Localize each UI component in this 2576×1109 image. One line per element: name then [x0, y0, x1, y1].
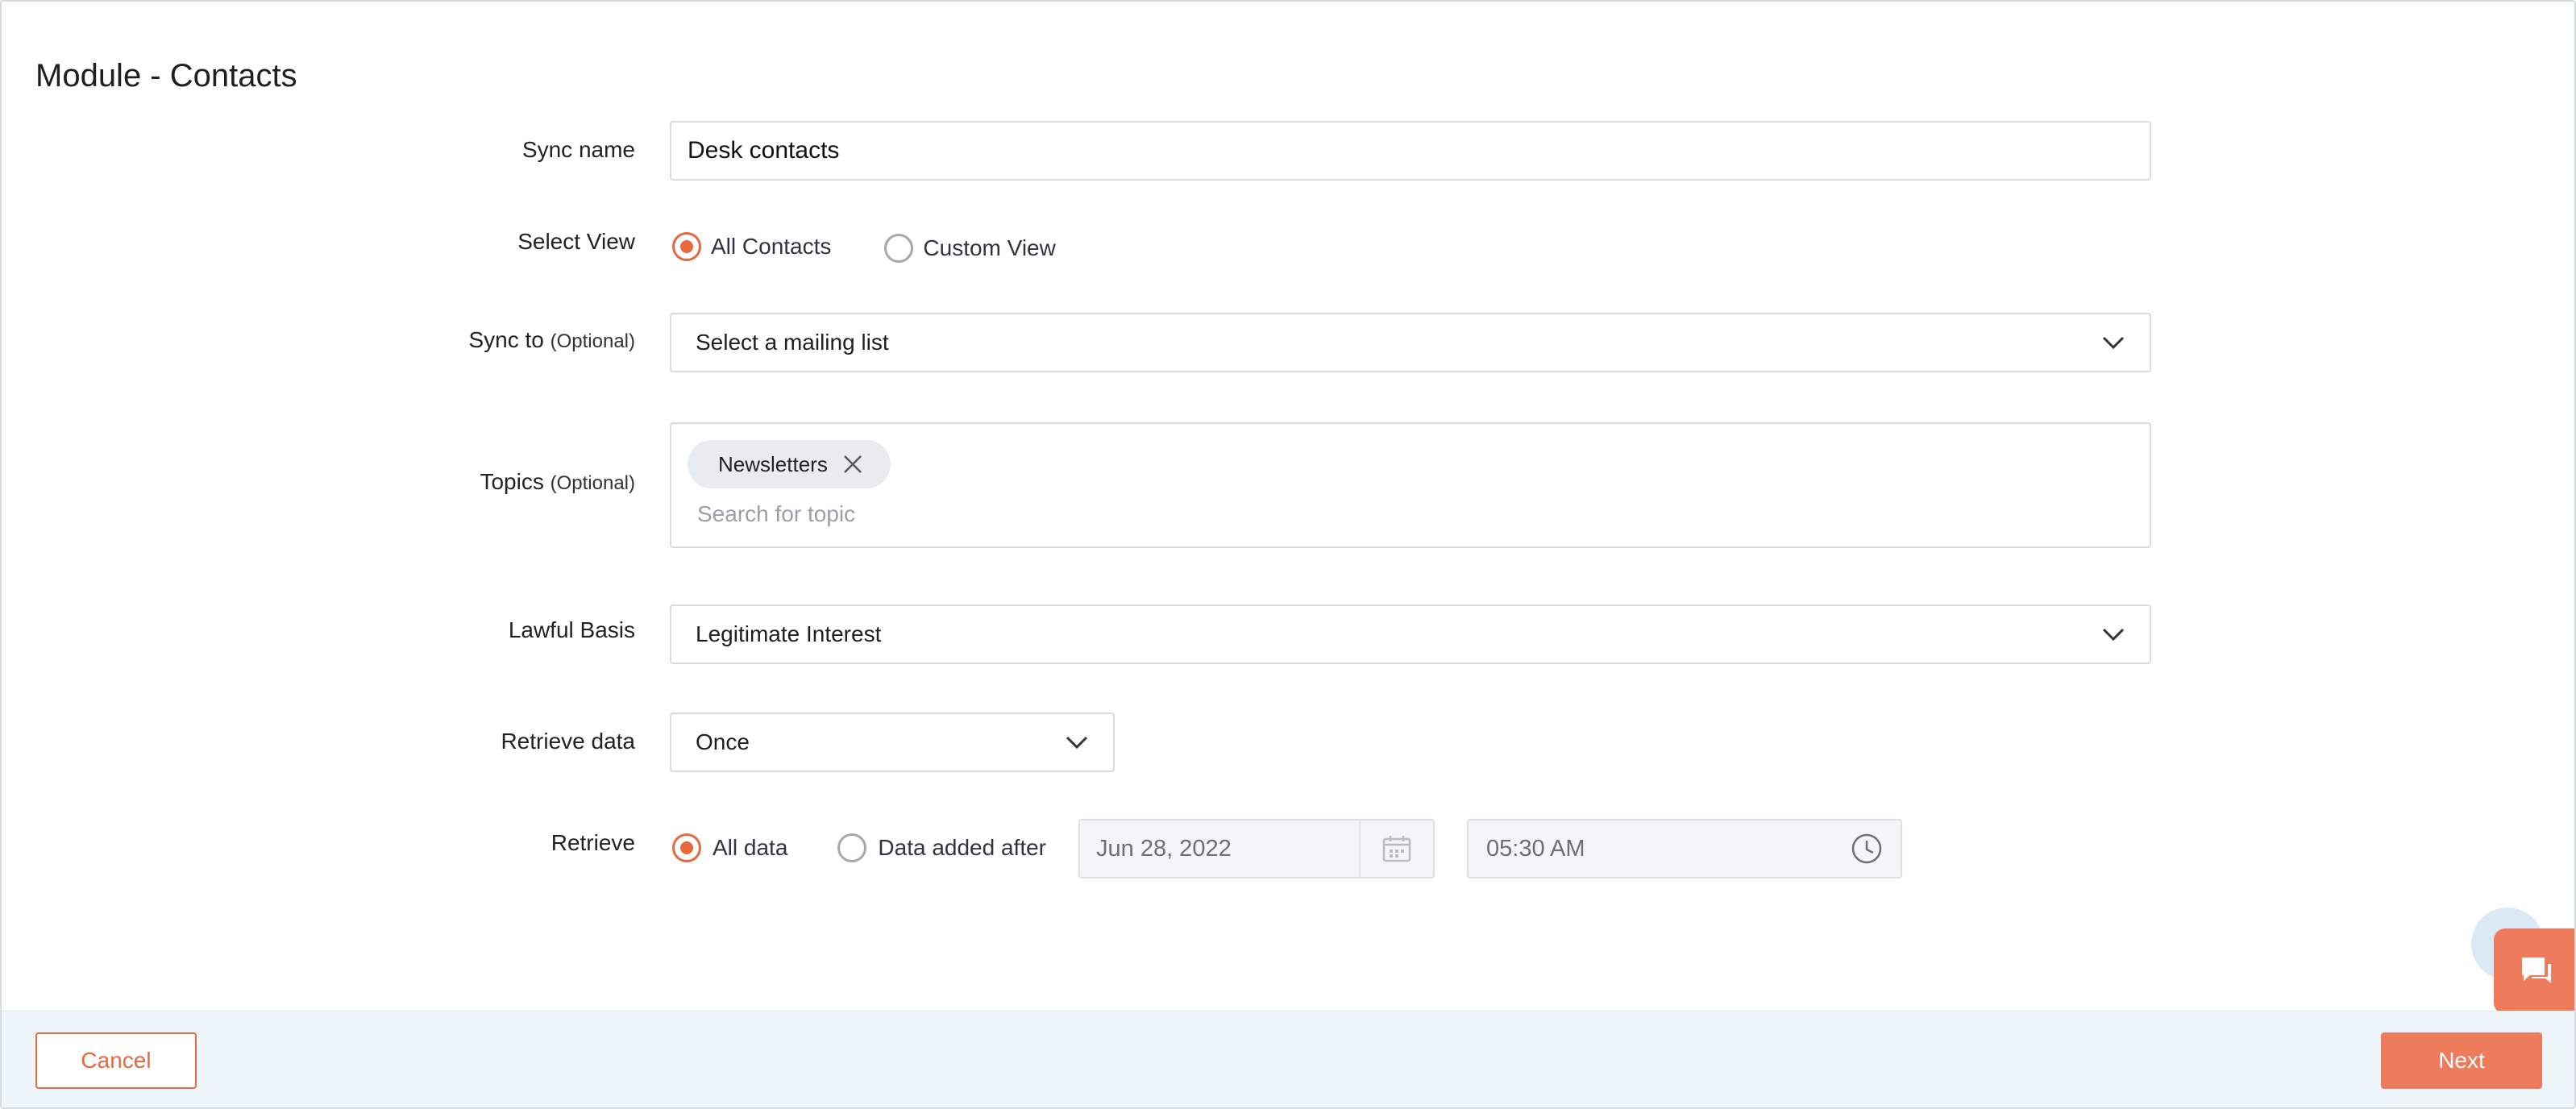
radio-data-added-after[interactable]: Data added after	[837, 833, 1046, 862]
page-title: Module - Contacts	[35, 58, 297, 93]
sync-to-label-text: Sync to	[468, 327, 544, 352]
date-value: Jun 28, 2022	[1096, 835, 1232, 862]
chat-icon[interactable]	[2494, 928, 2574, 1014]
mailing-list-select[interactable]: Select a mailing list	[670, 313, 2151, 372]
topic-search-input[interactable]	[697, 501, 1342, 527]
mailing-list-select-value: Select a mailing list	[696, 330, 889, 355]
lawful-basis-select-value: Legitimate Interest	[696, 621, 882, 646]
topic-chip: Newsletters	[688, 440, 891, 488]
topics-optional-text: (Optional)	[550, 472, 635, 494]
topics-label: Topics (Optional)	[480, 469, 635, 495]
retrieve-label-text: Retrieve	[551, 830, 635, 855]
select-view-radio-group: All Contacts Custom View	[672, 231, 1056, 263]
radio-custom-view-label: Custom View	[923, 235, 1056, 260]
cancel-button[interactable]: Cancel	[35, 1032, 197, 1089]
chevron-down-icon	[1065, 730, 1089, 754]
select-view-label-text: Select View	[517, 229, 635, 254]
calendar-icon[interactable]	[1359, 820, 1433, 877]
retrieve-radio-group: All data Data added after	[672, 833, 1046, 862]
retrieve-data-label: Retrieve data	[501, 729, 635, 754]
lawful-basis-label: Lawful Basis	[509, 617, 635, 643]
radio-all-contacts-label: All Contacts	[711, 234, 832, 259]
clock-icon[interactable]	[1851, 833, 1883, 865]
sync-name-label: Sync name	[522, 137, 635, 163]
lawful-basis-label-text: Lawful Basis	[508, 617, 635, 642]
time-value: 05:30 AM	[1486, 835, 1585, 862]
topics-field: Newsletters	[670, 422, 2151, 548]
topics-label-text: Topics	[480, 469, 544, 494]
sync-to-label: Sync to (Optional)	[468, 327, 635, 353]
form-footer: Cancel Next	[2, 1011, 2574, 1107]
topic-chip-label: Newsletters	[718, 451, 828, 476]
close-icon[interactable]	[842, 454, 863, 475]
radio-data-added-after-label: Data added after	[878, 835, 1046, 860]
lawful-basis-select[interactable]: Legitimate Interest	[670, 604, 2151, 664]
radio-all-contacts[interactable]: All Contacts	[672, 232, 831, 261]
time-picker-field[interactable]: 05:30 AM	[1467, 819, 1902, 878]
select-view-label: Select View	[517, 229, 635, 255]
retrieve-label: Retrieve	[551, 830, 635, 856]
sync-to-optional-text: (Optional)	[550, 330, 635, 352]
sync-form-window: Module - Contacts Sync name Desk contact…	[0, 0, 2576, 1109]
radio-circle-checked	[672, 833, 701, 862]
radio-circle-checked	[672, 232, 701, 261]
chevron-down-icon	[2101, 330, 2125, 355]
chevron-down-icon	[2101, 622, 2125, 646]
retrieve-frequency-select[interactable]: Once	[670, 712, 1115, 772]
radio-circle	[837, 833, 867, 862]
retrieve-data-label-text: Retrieve data	[501, 729, 635, 754]
radio-all-data[interactable]: All data	[672, 833, 787, 862]
sync-name-input[interactable]: Desk contacts	[670, 121, 2151, 181]
next-button[interactable]: Next	[2381, 1032, 2542, 1089]
radio-all-data-label: All data	[713, 835, 788, 860]
retrieve-frequency-value: Once	[696, 729, 750, 754]
date-picker-field[interactable]: Jun 28, 2022	[1078, 819, 1435, 878]
sync-name-value: Desk contacts	[688, 137, 840, 164]
sync-name-label-text: Sync name	[521, 137, 635, 162]
radio-circle	[884, 234, 914, 263]
radio-custom-view[interactable]: Custom View	[884, 234, 1056, 263]
